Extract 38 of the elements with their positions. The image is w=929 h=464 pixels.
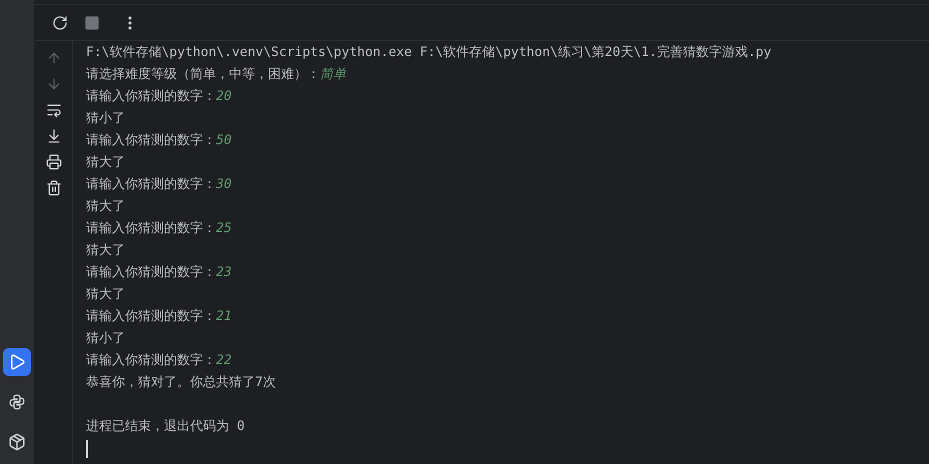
- rerun-icon: [52, 14, 68, 30]
- console-output-line: 请输入你猜测的数字：: [86, 132, 216, 150]
- python-icon: [8, 393, 26, 411]
- stop-icon: [84, 14, 100, 30]
- console-output-line: 请输入你猜测的数字：: [86, 308, 216, 326]
- run-tool-button[interactable]: [3, 348, 31, 376]
- text-cursor: [86, 440, 88, 458]
- console-output-line: 请输入你猜测的数字：: [86, 88, 216, 106]
- console-output-line: 猜大了: [86, 286, 125, 304]
- more-icon: [128, 16, 132, 30]
- trash-icon: [46, 180, 62, 196]
- package-icon: [8, 433, 26, 451]
- wrap-icon: [46, 102, 62, 118]
- console-input-value: 22: [216, 352, 232, 370]
- run-icon: [8, 353, 26, 371]
- console-output-line: 猜大了: [86, 198, 125, 216]
- console-input-value: 25: [216, 220, 232, 238]
- console-output-line: 猜大了: [86, 242, 125, 260]
- console-output-line: 猜大了: [86, 154, 125, 172]
- console-output-line: 请输入你猜测的数字：: [86, 352, 216, 370]
- exit-message: 进程已结束，退出代码为 0: [86, 418, 245, 436]
- console-input-value: 23: [216, 264, 232, 282]
- console-output-line: 请输入你猜测的数字：: [86, 176, 216, 194]
- console-output-line: 恭喜你，猜对了。你总共猜了7次: [86, 374, 276, 392]
- console-output-line: 请输入你猜测的数字：: [86, 220, 216, 238]
- arrow-down-icon: [46, 76, 62, 92]
- console-input-value: 20: [216, 88, 232, 106]
- console-output-line: 请选择难度等级（简单，中等，困难）：: [86, 66, 320, 84]
- console-input-value: 21: [216, 308, 232, 326]
- console-output-line: 猜小了: [86, 330, 125, 348]
- console-input-value: 50: [216, 132, 232, 150]
- console-output-line: F:\软件存储\python\.venv\Scripts\python.exe F:\软件存储\python\练习\第20天\1.完善猜数字游戏.py: [86, 44, 772, 62]
- printer-icon: [46, 154, 62, 170]
- console-input-value: 简单: [320, 66, 346, 84]
- console-output-line: 请输入你猜测的数字：: [86, 264, 216, 282]
- scroll-to-end-icon: [46, 128, 62, 144]
- console-input-value: 30: [216, 176, 232, 194]
- console-output-line: 猜小了: [86, 110, 125, 128]
